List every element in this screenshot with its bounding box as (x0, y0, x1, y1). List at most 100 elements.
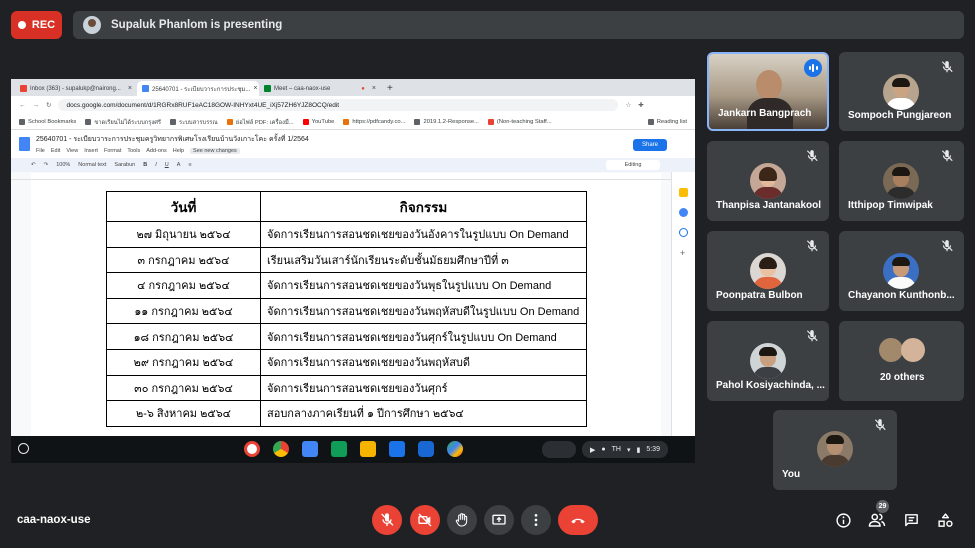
chrome-app-icon[interactable] (273, 441, 289, 457)
activity-cell[interactable]: จัดการเรียนการสอนชดเชยของวันพฤหัสบดี (260, 348, 587, 376)
holding-space[interactable] (542, 441, 576, 458)
activity-cell[interactable]: จัดการเรียนการสอนชดเชยของวันอังคารในรูปแ… (260, 221, 587, 248)
bookmark-item[interactable]: (Non-teaching Staff... (487, 118, 552, 125)
page-icon (487, 118, 494, 125)
participant-tile-pahol[interactable]: Pahol Kosiyachinda, ... (707, 321, 829, 401)
chat-button[interactable] (900, 509, 922, 531)
menu-file[interactable]: File (36, 148, 45, 154)
redo-icon[interactable]: ↷ (44, 162, 49, 168)
menu-insert[interactable]: Insert (84, 148, 98, 154)
bookmark-item[interactable]: https://pdfcandy.co... (343, 118, 405, 125)
doc-title[interactable]: 25640701 - ระเบียบวาระการประชุมครูวิทยาก… (36, 134, 309, 145)
activity-cell[interactable]: จัดการเรียนการสอนชดเชยของวันศุกร์ในรูปแบ… (260, 323, 587, 350)
bookmark-item[interactable]: ขาดเรียนไม่ได้ระบบกรุงศรี (85, 117, 161, 127)
italic-icon[interactable]: I (155, 162, 157, 168)
menu-format[interactable]: Format (104, 148, 121, 154)
participant-tile-itthipop[interactable]: Itthipop Timwipak (839, 141, 964, 221)
bookmark-item[interactable]: ย่อไฟล์ PDF: เครื่องมื... (226, 117, 294, 127)
editing-mode-select[interactable]: Editing (606, 160, 660, 170)
raise-hand-button[interactable] (447, 505, 477, 535)
tasks-icon[interactable] (679, 208, 688, 217)
browser-tab-gmail[interactable]: Inbox (363) - supalukp@nairong... × (15, 81, 137, 96)
close-icon[interactable]: × (253, 85, 257, 92)
presenting-banner[interactable]: Supaluk Phanlom is presenting (73, 11, 964, 39)
docs-logo-icon[interactable] (19, 137, 30, 151)
date-cell[interactable]: ๑๘ กรกฎาคม ๒๕๖๔ (106, 323, 261, 350)
activity-cell[interactable]: จัดการเรียนการสอนชดเชยของวันพุธในรูปแบบ … (260, 272, 587, 299)
menu-edit[interactable]: Edit (51, 148, 60, 154)
align-icon[interactable]: ≡ (188, 162, 191, 168)
zoom-select[interactable]: 100% (56, 162, 70, 168)
new-tab-icon[interactable]: + (387, 83, 393, 94)
slides-app-icon[interactable] (360, 441, 376, 457)
end-call-icon (571, 518, 585, 524)
participant-tile-chayanon[interactable]: Chayanon Kunthonb... (839, 231, 964, 311)
schedule-table[interactable]: วันที่ กิจกรรม ๒๗ มิถุนายน ๒๕๖๔ จัดการเรี… (106, 191, 587, 427)
activity-cell[interactable]: เรียนเสริมวันเสาร์นักเรียนระดับชั้นมัธยม… (260, 246, 587, 274)
date-cell[interactable]: ๓๐ กรกฎาคม ๒๕๖๔ (106, 374, 261, 402)
calendar-icon[interactable] (679, 228, 688, 237)
present-screen-button[interactable] (484, 505, 514, 535)
menu-view[interactable]: View (66, 148, 78, 154)
participant-tile-others[interactable]: 20 others (839, 321, 964, 401)
docs-app-icon[interactable] (302, 441, 318, 457)
participant-tile-poonpatra[interactable]: Poonpatra Bulbon (707, 231, 829, 311)
underline-icon[interactable]: U (165, 162, 169, 168)
bold-icon[interactable]: B (143, 162, 147, 168)
activity-cell[interactable]: สอบกลางภาคเรียนที่ ๑ ปีการศึกษา ๒๕๖๔ (260, 400, 587, 427)
text-color-icon[interactable]: A (177, 162, 181, 168)
system-tray[interactable]: ▶ ● TH ▾ ▮ 5:39 (542, 441, 692, 458)
status-area[interactable]: ▶ ● TH ▾ ▮ 5:39 (582, 441, 668, 458)
date-cell[interactable]: ๑๑ กรกฎาคม ๒๕๖๔ (106, 297, 261, 325)
hand-icon (455, 513, 468, 527)
launcher-icon[interactable] (18, 443, 29, 454)
back-icon[interactable]: ← (19, 102, 26, 109)
menu-addons[interactable]: Add-ons (146, 148, 167, 154)
more-options-button[interactable] (521, 505, 551, 535)
participant-tile-thanpisa[interactable]: Thanpisa Jantanakool (707, 141, 829, 221)
activities-button[interactable] (934, 509, 956, 531)
date-cell[interactable]: ๒๙ กรกฎาคม ๒๕๖๔ (106, 348, 261, 376)
participant-tile-sompoch[interactable]: Sompoch Pungjareon (839, 52, 964, 131)
browser-tab-docs[interactable]: 25640701 - ระเบียบวาระการประชุม... × (137, 81, 259, 96)
reading-list[interactable]: Reading list (647, 118, 695, 125)
activity-cell[interactable]: จัดการเรียนการสอนชดเชยของวันศุกร์ (260, 374, 587, 402)
bookmark-item[interactable]: School Bookmarks (19, 118, 76, 125)
sheets-app-icon[interactable] (331, 441, 347, 457)
close-icon[interactable]: × (372, 85, 376, 92)
play-store-app-icon[interactable] (447, 441, 463, 457)
add-ons-icon[interactable]: + (680, 248, 685, 258)
files-app-icon[interactable] (389, 441, 405, 457)
close-icon[interactable]: × (128, 85, 132, 92)
date-cell[interactable]: ๒๗ มิถุนายน ๒๕๖๔ (106, 221, 261, 248)
font-select[interactable]: Sarabun (114, 162, 135, 168)
reload-icon[interactable]: ↻ (46, 101, 51, 109)
activity-cell[interactable]: จัดการเรียนการสอนชดเชยของวันพฤหัสบดีในรู… (260, 297, 587, 325)
extensions-icon[interactable]: ✚ (638, 101, 643, 109)
mic-toggle-button[interactable] (372, 505, 402, 535)
participant-tile-jankarn[interactable]: Jankarn Bangprach (707, 52, 829, 131)
participant-tile-you[interactable]: You (773, 410, 897, 490)
url-input[interactable]: docs.google.com/document/d/1RGRx8RUF1eAC… (58, 99, 619, 111)
see-new-changes[interactable]: See new changes (190, 148, 240, 154)
star-icon[interactable]: ☆ (625, 101, 631, 109)
menu-tools[interactable]: Tools (127, 148, 140, 154)
camera-toggle-button[interactable] (410, 505, 440, 535)
date-cell[interactable]: ๓ กรกฎาคม ๒๕๖๔ (106, 246, 261, 274)
browser-tab-meet[interactable]: Meet – caa-naox-use ● × (259, 81, 381, 96)
style-select[interactable]: Normal text (78, 162, 106, 168)
date-cell[interactable]: ๒-๖ สิงหาคม ๒๕๖๔ (106, 400, 261, 427)
forward-icon[interactable]: → (33, 102, 40, 109)
leave-call-button[interactable] (558, 505, 598, 535)
bookmark-item[interactable]: ระบบสารบรรณ (170, 117, 218, 127)
menu-help[interactable]: Help (173, 148, 184, 154)
gmail-app-icon[interactable] (244, 441, 260, 457)
date-cell[interactable]: ๔ กรกฎาคม ๒๕๖๔ (106, 272, 261, 299)
meeting-details-button[interactable] (832, 509, 854, 531)
keep-icon[interactable] (679, 188, 688, 197)
share-button[interactable]: Share (633, 139, 667, 151)
camera-app-icon[interactable] (418, 441, 434, 457)
bookmark-item[interactable]: YouTube (302, 118, 334, 125)
undo-icon[interactable]: ↶ (31, 162, 36, 168)
bookmark-item[interactable]: 2019.1.2-Response... (414, 118, 479, 125)
